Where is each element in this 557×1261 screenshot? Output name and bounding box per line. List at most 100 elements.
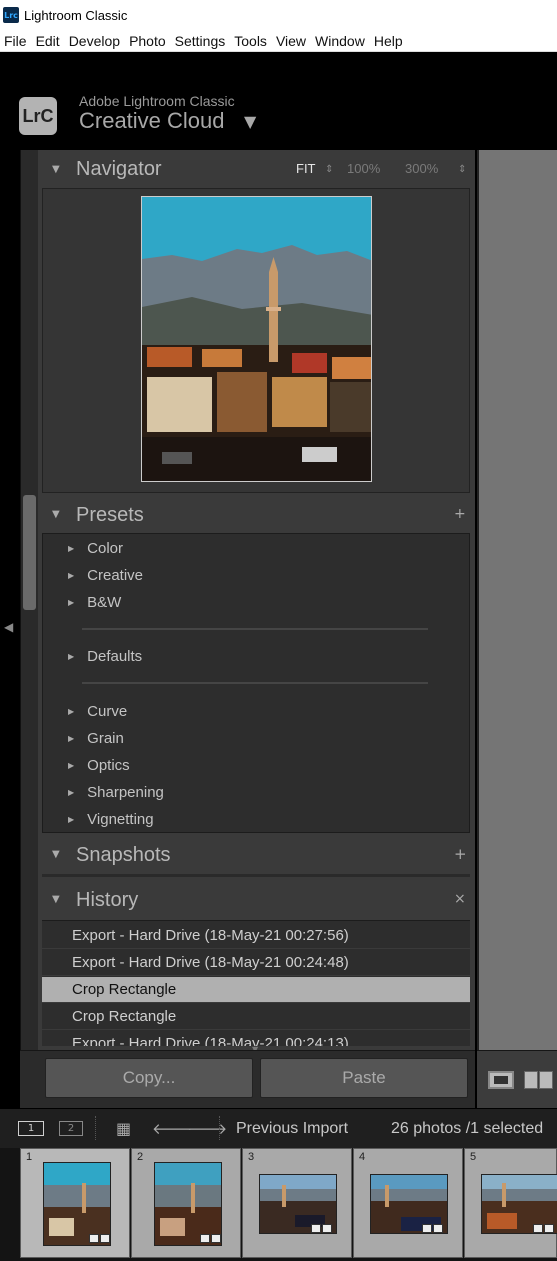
- preset-group-color[interactable]: ▶ Color: [68, 540, 123, 557]
- preset-group-grain[interactable]: ▶ Grain: [68, 730, 124, 747]
- grid-view-icon[interactable]: ▦: [116, 1119, 131, 1138]
- preset-group-sharpening[interactable]: ▶ Sharpening: [68, 784, 164, 801]
- main-window-monitor-icon[interactable]: 1: [18, 1121, 44, 1136]
- presets-title: Presets: [76, 504, 144, 526]
- left-panel-scrollbar-thumb[interactable]: [23, 495, 36, 610]
- photo-minaret-town: [142, 197, 371, 481]
- main-toolbar: [477, 1050, 557, 1108]
- menu-tools[interactable]: Tools: [230, 33, 272, 49]
- presets-header[interactable]: ▼ Presets: [38, 495, 475, 535]
- nav-zoom-100[interactable]: 100%: [347, 161, 380, 176]
- updown-icon[interactable]: ⇕: [325, 164, 333, 175]
- preset-group-label: Creative: [87, 567, 144, 584]
- crop-badge-icon: [422, 1224, 432, 1233]
- filmstrip-count: 26 photos /1 selected: [391, 1120, 544, 1137]
- expand-triangle-icon: ▶: [68, 815, 75, 824]
- preset-group-bw[interactable]: ▶ B&W: [68, 594, 121, 611]
- caret-down-icon[interactable]: ▼: [244, 112, 256, 131]
- snapshots-header[interactable]: ▼ Snapshots: [38, 835, 475, 875]
- clear-history-icon[interactable]: ×: [454, 891, 466, 907]
- preset-group-label: Color: [87, 540, 124, 557]
- nav-fit-option[interactable]: FIT: [296, 161, 316, 176]
- forward-arrow-icon[interactable]: 🡒: [187, 1119, 227, 1138]
- lrc-logo: LrC: [19, 97, 57, 135]
- crop-badge-icon: [311, 1224, 321, 1233]
- preset-group-label: B&W: [87, 594, 122, 611]
- preset-group-label: Grain: [87, 730, 124, 747]
- history-title: History: [76, 889, 139, 911]
- history-item[interactable]: Export - Hard Drive (18-May-21 00:24:48): [42, 950, 470, 976]
- filmstrip-cell[interactable]: 2: [131, 1148, 241, 1258]
- expand-triangle-icon: ▶: [68, 761, 75, 770]
- nav-zoom-300[interactable]: 300%: [405, 161, 438, 176]
- navigator-photo[interactable]: [141, 196, 372, 482]
- identity-plate-title[interactable]: Creative Cloud: [79, 108, 225, 134]
- preset-group-defaults[interactable]: ▶ Defaults: [68, 648, 142, 665]
- menu-file[interactable]: File: [0, 33, 32, 49]
- menu-edit[interactable]: Edit: [32, 33, 65, 49]
- collapse-triangle-icon[interactable]: ▼: [52, 509, 60, 520]
- collapse-triangle-icon[interactable]: ▼: [52, 164, 60, 175]
- preset-group-label: Vignetting: [87, 811, 154, 828]
- preset-group-creative[interactable]: ▶ Creative: [68, 567, 143, 584]
- presets-divider: [82, 628, 428, 630]
- navigator-title: Navigator: [76, 158, 162, 180]
- cell-number: 5: [470, 1151, 477, 1163]
- secondary-window-monitor-icon[interactable]: 2: [59, 1121, 83, 1136]
- cell-number: 1: [26, 1151, 33, 1163]
- collapse-triangle-icon[interactable]: ▼: [52, 894, 60, 905]
- expand-triangle-icon: ▶: [68, 734, 75, 743]
- preset-group-label: Optics: [87, 757, 130, 774]
- menu-view[interactable]: View: [272, 33, 311, 49]
- menu-photo[interactable]: Photo: [125, 33, 171, 49]
- menu-develop[interactable]: Develop: [65, 33, 125, 49]
- preset-group-curve[interactable]: ▶ Curve: [68, 703, 127, 720]
- filmstrip-source[interactable]: Previous Import: [236, 1120, 348, 1138]
- image-preview-area[interactable]: [477, 150, 557, 1050]
- filmstrip-cell[interactable]: 4: [353, 1148, 463, 1258]
- crop-badge-icon: [89, 1234, 99, 1243]
- expand-triangle-icon: ▶: [68, 544, 75, 553]
- preset-group-vignetting[interactable]: ▶ Vignetting: [68, 811, 154, 828]
- collapse-left-panel-icon[interactable]: ◀: [4, 620, 13, 634]
- identity-plate-subtitle: Adobe Lightroom Classic: [79, 93, 235, 109]
- loupe-view-icon[interactable]: [488, 1071, 514, 1089]
- paste-button[interactable]: Paste: [260, 1058, 468, 1098]
- lightroom-app-icon: Lrc: [3, 7, 19, 23]
- crop-badge-icon: [533, 1224, 543, 1233]
- expand-triangle-icon: ▶: [68, 788, 75, 797]
- history-item[interactable]: Crop Rectangle: [42, 1004, 470, 1030]
- history-header[interactable]: ▼ History: [38, 880, 475, 920]
- filmstrip-cell[interactable]: 5: [464, 1148, 557, 1258]
- toolbar-separator: [219, 1116, 220, 1140]
- history-item[interactable]: Export - Hard Drive (18-May-21 00:27:56): [42, 923, 470, 949]
- history-item[interactable]: Export - Hard Drive (18-May-21 00:24:13): [42, 1031, 470, 1046]
- filmstrip-cell[interactable]: 1: [20, 1148, 130, 1258]
- updown-icon[interactable]: ⇕: [458, 164, 466, 175]
- menu-window[interactable]: Window: [311, 33, 370, 49]
- history-list: Export - Hard Drive (18-May-21 00:27:56)…: [42, 920, 470, 1046]
- menu-help[interactable]: Help: [370, 33, 408, 49]
- add-preset-icon[interactable]: +: [454, 506, 466, 522]
- menu-settings[interactable]: Settings: [171, 33, 231, 49]
- preset-group-label: Curve: [87, 703, 128, 720]
- presets-divider: [82, 682, 428, 684]
- history-item-selected[interactable]: Crop Rectangle: [42, 977, 470, 1003]
- collapse-triangle-icon[interactable]: ▼: [52, 849, 60, 860]
- filmstrip-cell[interactable]: 3: [242, 1148, 352, 1258]
- title-bar: Lrc Lightroom Classic: [0, 0, 557, 30]
- develop-badge-icon: [544, 1224, 554, 1233]
- preset-group-optics[interactable]: ▶ Optics: [68, 757, 130, 774]
- preset-group-label: Defaults: [87, 648, 143, 665]
- add-snapshot-icon[interactable]: +: [454, 845, 467, 863]
- copy-button[interactable]: Copy...: [45, 1058, 253, 1098]
- cell-number: 2: [137, 1151, 144, 1163]
- before-after-icon[interactable]: [524, 1071, 538, 1089]
- cell-number: 3: [248, 1151, 255, 1163]
- expand-triangle-icon: ▶: [68, 707, 75, 716]
- develop-badge-icon: [211, 1234, 221, 1243]
- before-after-icon[interactable]: [539, 1071, 553, 1089]
- snapshots-title: Snapshots: [76, 844, 171, 866]
- window-title: Lightroom Classic: [24, 7, 128, 23]
- develop-badge-icon: [322, 1224, 332, 1233]
